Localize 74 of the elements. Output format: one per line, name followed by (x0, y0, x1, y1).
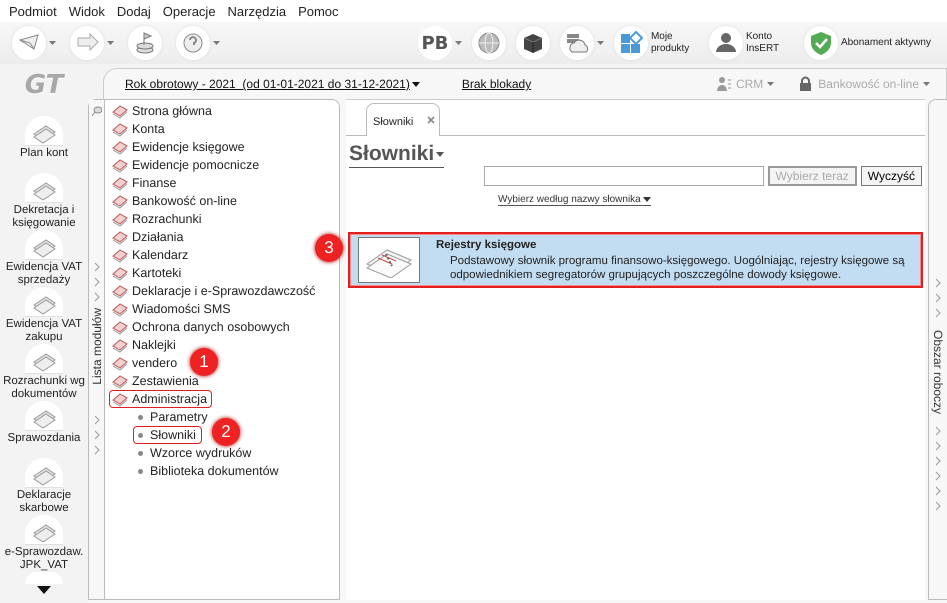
module-item[interactable]: Ewidencje pomocnicze (109, 156, 264, 174)
side-panel-title: Obszar roboczy (931, 330, 945, 414)
bullet-icon (138, 468, 143, 474)
caret-icon[interactable] (412, 82, 420, 86)
module-item[interactable]: Administracja (109, 390, 212, 408)
workspace-tab[interactable]: Słowniki (366, 103, 440, 136)
module-subitem[interactable]: Słowniki (133, 426, 202, 444)
toolbar-button[interactable] (560, 26, 604, 60)
module-list-title: Lista modułów (90, 308, 104, 385)
entry-title: Rejestry księgowe (436, 239, 538, 251)
module-item[interactable]: Kartoteki (109, 264, 186, 282)
chevron-right-icon[interactable] (935, 441, 941, 452)
module-item[interactable]: Strona główna (109, 102, 217, 120)
module-item[interactable]: Ochrona danych osobowych (109, 318, 295, 336)
bullet-icon (138, 414, 143, 420)
close-icon[interactable] (427, 116, 436, 124)
chevron-right-icon[interactable] (935, 456, 941, 466)
rail-item[interactable]: Ewidencja VAT sprzedaży (1, 230, 87, 287)
toolbar-button[interactable]: Abonament aktywny (804, 26, 931, 60)
bullet-icon (138, 432, 143, 438)
search-field[interactable] (484, 166, 764, 186)
logo: GT (24, 70, 64, 100)
chevron-right-icon[interactable] (935, 501, 941, 512)
toolbar-button[interactable]: Moje produkty (614, 26, 699, 60)
title-dropdown[interactable]: Słowniki (349, 142, 444, 168)
chevron-right-icon[interactable] (94, 414, 100, 425)
module-item[interactable]: vendero (109, 354, 182, 372)
filter-dropdown[interactable]: Wybierz według nazwy słownika (498, 194, 651, 206)
lock-status-link[interactable]: Brak blokady (462, 77, 532, 91)
fiscal-year-link[interactable]: Rok obrotowy - 2021 (od 01-01-2021 do 31-12-2021) (125, 77, 410, 91)
module-subitem[interactable]: Biblioteka dokumentów (133, 462, 285, 480)
module-item[interactable]: Działania (109, 228, 188, 246)
chevron-right-icon[interactable] (94, 430, 100, 440)
module-item[interactable]: Finanse (109, 174, 182, 192)
caret-icon (767, 82, 774, 86)
module-item[interactable]: Naklejki (109, 336, 181, 354)
module-item[interactable]: Bankowość on-line (109, 192, 242, 210)
module-item[interactable]: Konta (109, 120, 170, 138)
rail-item[interactable]: Plan kont (1, 116, 87, 173)
menu-item[interactable]: Pomoc (292, 4, 345, 18)
toolbar-button[interactable] (128, 26, 162, 60)
scroll-down-icon[interactable] (37, 586, 51, 594)
module-item[interactable]: Wiadomości SMS (109, 300, 236, 318)
rail-item[interactable]: Deklaracje skarbowe (1, 458, 87, 515)
module-subitem[interactable]: Parametry (133, 408, 214, 426)
menu-item[interactable]: Podmiot (3, 4, 63, 18)
chevron-right-icon[interactable] (94, 444, 100, 455)
menu-item[interactable]: Operacje (156, 4, 222, 18)
rail-item[interactable]: Dekretacja i księgowanie (1, 173, 87, 230)
bullet-icon (138, 450, 143, 456)
toolbar-button[interactable]: Konto InsERT (708, 26, 794, 60)
rail-item[interactable]: Rozrachunki wg dokumentów (1, 344, 87, 401)
menu-item[interactable]: Dodaj (110, 4, 157, 18)
menu-item[interactable]: Widok (62, 4, 111, 18)
rail-item[interactable]: Sprawozdania (1, 401, 87, 458)
chevron-right-icon[interactable] (935, 471, 941, 482)
module-item[interactable]: Kalendarz (109, 246, 194, 264)
dictionary-entry[interactable]: Rejestry księgowe Podstawowy słownik programu finansowo-księgowego. Uogólniając, rejestry księgowe są odpowiednikiem segregatorów grupujących poszczególne dowody księgowe. (348, 232, 923, 288)
caret-icon (923, 82, 930, 86)
person-list-icon (716, 76, 732, 92)
chevron-right-icon[interactable] (935, 486, 941, 496)
entry-description: Podstawowy słownik programu finansowo-księgowego. Uogólniając, rejestry księgowe są odpowiednikiem segregatorów grupujących poszczególne dowody księgowe. (450, 254, 906, 282)
caret-icon (642, 197, 651, 202)
module-item[interactable]: Deklaracje i e-Sprawozdawczość (109, 282, 320, 300)
clear-button[interactable]: Wyczyść (860, 166, 922, 186)
menu-item[interactable]: Narzędzia (222, 4, 292, 18)
rail-item[interactable]: Ewidencja VAT zakupu (1, 287, 87, 344)
module-subitem[interactable]: Wzorce wydruków (133, 444, 258, 462)
caret-icon (436, 152, 444, 156)
module-item[interactable]: Rozrachunki (109, 210, 206, 228)
chevron-right-icon[interactable] (935, 426, 941, 436)
toolbar-button[interactable] (516, 26, 550, 60)
rail-item[interactable]: e-Sprawozdaw. JPK_VAT (1, 515, 87, 572)
module-item[interactable]: Ewidencje księgowe (109, 138, 250, 156)
